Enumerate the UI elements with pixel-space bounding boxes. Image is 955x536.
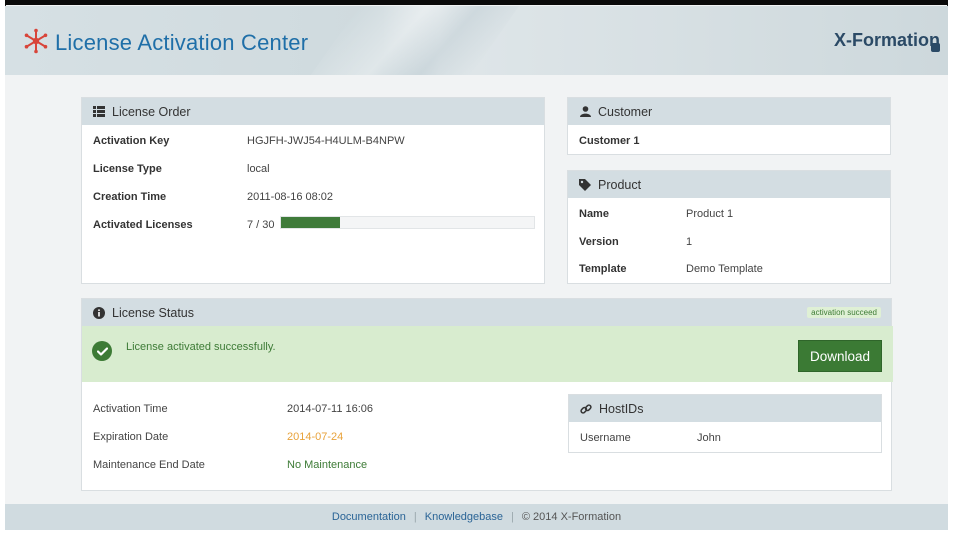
product-template-label: Template: [579, 263, 627, 275]
license-type-value: local: [247, 163, 270, 175]
knowledgebase-link[interactable]: Knowledgebase: [425, 511, 503, 523]
product-version-value: 1: [686, 236, 693, 248]
activated-licenses-value: 7 / 30: [247, 219, 275, 231]
footer-separator: |: [413, 511, 417, 523]
success-alert: License activated successfully.: [82, 326, 893, 382]
activation-key-value: HGJFH-JWJ54-H4ULM-B4NPW: [247, 135, 405, 147]
hostid-label: Username: [580, 432, 631, 444]
license-type-label: License Type: [93, 163, 162, 175]
hostids-panel: HostIDs Username John: [568, 394, 882, 453]
maintenance-end-label: Maintenance End Date: [93, 459, 205, 471]
creation-time-value: 2011-08-16 08:02: [247, 191, 334, 203]
info-circle-icon: [93, 306, 105, 319]
product-header: Product: [568, 171, 890, 198]
license-status-panel: License Status activation succeed Licens…: [81, 298, 893, 491]
page-header: License Activation Center X-Formation: [5, 6, 948, 75]
expiration-date-value: 2014-07-24: [287, 431, 344, 443]
link-icon: [580, 403, 592, 415]
expiration-date-label: Expiration Date: [93, 431, 169, 443]
hostid-value: John: [697, 432, 721, 444]
list-icon: [93, 106, 105, 118]
product-template-value: Demo Template: [686, 263, 763, 275]
activation-key-row: Activation Key: [93, 135, 169, 147]
header-decoration: [310, 6, 520, 75]
product-title: Product: [598, 177, 642, 192]
license-order-panel: License Order Activation Key HGJFH-JWJ54…: [81, 97, 545, 284]
activation-key-label: Activation Key: [93, 135, 170, 147]
customer-panel: Customer Customer 1: [567, 97, 891, 155]
maintenance-end-value: No Maintenance: [287, 459, 368, 471]
app-title: License Activation Center: [55, 29, 309, 55]
tag-icon: [579, 178, 591, 191]
user-icon: [579, 106, 591, 118]
license-status-header: License Status: [82, 299, 891, 326]
product-version-label: Version: [579, 236, 619, 248]
asterisk-network-logo-icon: [23, 28, 49, 57]
activation-time-value: 2014-07-11 16:06: [287, 403, 374, 415]
license-type-row: License Type: [93, 163, 162, 175]
footer-separator: |: [511, 511, 514, 523]
x-formation-brand: X-Formation: [834, 30, 940, 52]
hostids-header: HostIDs: [569, 395, 881, 422]
documentation-link[interactable]: Documentation: [332, 511, 406, 523]
product-panel: Product Name Product 1 Version 1 Templat…: [567, 170, 891, 284]
activated-licenses-progress: [280, 216, 535, 229]
download-button[interactable]: Download: [798, 340, 882, 372]
license-order-header: License Order: [82, 98, 544, 125]
lock-icon: [931, 43, 940, 52]
activation-time-label: Activation Time: [93, 403, 168, 415]
license-order-title: License Order: [112, 104, 191, 119]
brand: License Activation Center: [23, 28, 308, 57]
customer-header: Customer: [568, 98, 890, 125]
creation-time-row: Creation Time: [93, 191, 166, 203]
hostids-title: HostIDs: [599, 401, 644, 416]
activated-licenses-row: Activated Licenses: [93, 219, 193, 231]
progress-fill: [281, 217, 340, 228]
customer-title: Customer: [598, 104, 653, 119]
page-footer: Documentation | Knowledgebase | © 2014 X…: [5, 504, 948, 530]
license-status-title: License Status: [112, 305, 194, 320]
success-message: License activated successfully.: [126, 341, 276, 353]
product-name-label: Name: [579, 208, 609, 220]
customer-name-row: Customer 1: [579, 135, 640, 147]
activated-licenses-label: Activated Licenses: [93, 219, 193, 231]
creation-time-label: Creation Time: [93, 191, 167, 203]
customer-name: Customer 1: [579, 135, 640, 147]
status-badge: activation succeed: [807, 307, 881, 318]
copyright-text: © 2014 X-Formation: [521, 511, 622, 523]
x-formation-label: X-Formation: [834, 30, 940, 50]
main-content: License Order Activation Key HGJFH-JWJ54…: [5, 75, 948, 504]
check-circle-icon: [92, 341, 112, 361]
product-name-value: Product 1: [686, 208, 734, 220]
